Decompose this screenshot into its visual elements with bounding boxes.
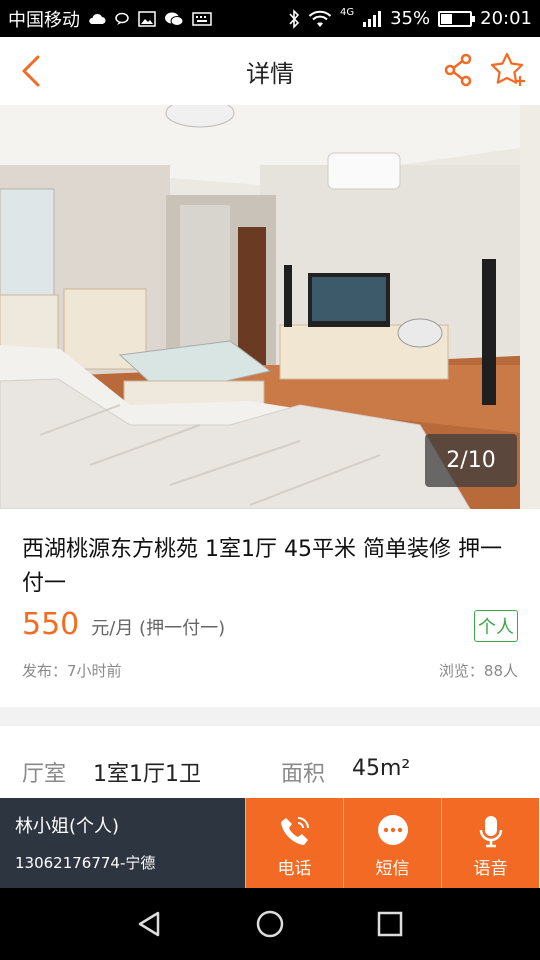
battery-percent: 35%: [390, 8, 431, 29]
contact-action-bar: 林小姐(个人) 13062176774-宁德 电话 短信 语音: [0, 798, 540, 888]
publish-time: 发布：7小时前: [22, 662, 122, 680]
contact-info: 林小姐(个人) 13062176774-宁德: [0, 798, 245, 888]
sms-label: 短信: [375, 859, 410, 879]
call-label: 电话: [277, 859, 312, 879]
keyboard-icon: [192, 11, 212, 26]
wechat-icon: [165, 12, 184, 26]
listing-info: 西湖桃源东方桃苑 1室1厅 45平米 简单装修 押一付一 550 元/月 (押一…: [0, 509, 540, 707]
owner-type-badge: 个人: [474, 610, 518, 642]
view-count: 浏览：88人: [438, 662, 518, 680]
system-nav-bar: [0, 888, 540, 960]
sms-button[interactable]: 短信: [343, 798, 441, 888]
screen: 中国移动 4G 35% 20:01 详情 2/10 西湖桃源东方桃苑 1室1厅 …: [0, 0, 540, 960]
image-icon: [138, 10, 156, 27]
page-title: 详情: [246, 59, 294, 88]
area-label: 面积: [281, 762, 326, 787]
microphone-icon: [479, 816, 502, 848]
price-unit: 元/月 (押一付一): [91, 618, 226, 639]
message-icon: [377, 815, 408, 845]
signal-icon: [363, 10, 382, 27]
top-nav-bar: 详情: [0, 37, 540, 105]
voice-button[interactable]: 语音: [441, 798, 539, 888]
price-row: 550 元/月 (押一付一): [22, 607, 225, 642]
contact-phone: 13062176774-宁德: [15, 854, 156, 872]
bluetooth-icon: [289, 8, 300, 29]
area-value: 45m²: [352, 756, 411, 781]
cloud-icon: [89, 13, 106, 24]
photo-counter: 2/10: [425, 434, 517, 487]
voice-label: 语音: [473, 859, 508, 879]
wifi-icon: [308, 10, 332, 27]
price-value: 550: [22, 607, 80, 642]
contact-name: 林小姐(个人): [15, 816, 120, 837]
favorite-star-icon[interactable]: [490, 51, 528, 89]
clock: 20:01: [480, 8, 532, 29]
home-circle-icon[interactable]: [254, 908, 286, 940]
phone-icon: [280, 817, 309, 845]
network-type-label: 4G: [339, 7, 355, 18]
chat-bubble-icon: [115, 12, 129, 25]
status-bar: 中国移动 4G 35% 20:01: [0, 0, 540, 37]
back-arrow-icon[interactable]: [18, 51, 48, 91]
property-details: 厅室 1室1厅1卫 面积 45m²: [0, 726, 540, 806]
share-icon[interactable]: [442, 53, 474, 87]
layout-label: 厅室: [22, 762, 67, 787]
listing-title: 西湖桃源东方桃苑 1室1厅 45平米 简单装修 押一付一: [22, 537, 502, 596]
back-triangle-icon[interactable]: [134, 908, 166, 940]
recents-square-icon[interactable]: [374, 908, 406, 940]
carrier-label: 中国移动: [8, 9, 80, 31]
layout-value: 1室1厅1卫: [93, 762, 201, 787]
battery-icon: [438, 10, 476, 27]
call-button[interactable]: 电话: [245, 798, 343, 888]
